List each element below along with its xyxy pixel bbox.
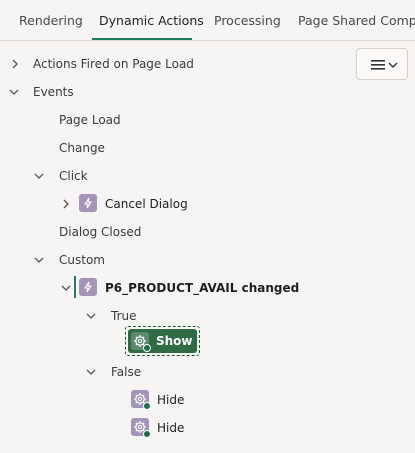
tab-rendering[interactable]: Rendering — [19, 0, 83, 40]
tree-label-cancel-dialog: Cancel Dialog — [105, 197, 188, 211]
chevron-down-icon[interactable] — [59, 281, 73, 295]
tree-node-false[interactable]: False — [0, 357, 415, 385]
chevron-down-icon[interactable] — [7, 85, 21, 99]
lightning-icon — [79, 278, 97, 296]
dynamic-actions-tree: Actions Fired on Page Load Events Page L… — [0, 41, 415, 453]
tree-label-events: Events — [33, 85, 74, 99]
tab-processing[interactable]: Processing — [214, 0, 281, 40]
chevron-down-icon[interactable] — [84, 309, 98, 323]
tree-node-custom[interactable]: Custom — [0, 245, 415, 273]
chevron-right-icon[interactable] — [59, 197, 73, 211]
tree-node-click[interactable]: Click — [0, 161, 415, 189]
tree-node-hide-2[interactable]: Hide — [0, 413, 415, 441]
play-badge-icon — [143, 344, 151, 352]
tree-node-events[interactable]: Events — [0, 77, 415, 105]
tree-label-click: Click — [59, 169, 88, 183]
tree-label-custom: Custom — [59, 253, 105, 267]
tree-node-product-avail-changed[interactable]: P6_PRODUCT_AVAIL changed — [0, 273, 415, 301]
tree-node-dialog-closed[interactable]: Dialog Closed — [0, 217, 415, 245]
tree-label-hide-1: Hide — [157, 393, 185, 407]
tree-node-cancel-dialog[interactable]: Cancel Dialog — [0, 189, 415, 217]
tree-node-change[interactable]: Change — [0, 133, 415, 161]
play-badge-icon — [143, 430, 151, 438]
gear-icon — [131, 332, 151, 352]
chevron-down-icon[interactable] — [84, 365, 98, 379]
tree-node-hide-1[interactable]: Hide — [0, 385, 415, 413]
tree-node-page-load[interactable]: Page Load — [0, 105, 415, 133]
chevron-down-icon[interactable] — [32, 169, 46, 183]
tree-label-hide-2: Hide — [157, 421, 185, 435]
tab-bar: Rendering Dynamic Actions Processing Pag… — [0, 0, 415, 41]
play-badge-icon — [143, 402, 151, 410]
tab-page-shared-components[interactable]: Page Shared Compon — [298, 0, 415, 40]
chevron-right-icon[interactable] — [8, 57, 22, 71]
chevron-down-icon[interactable] — [32, 253, 46, 267]
gear-icon — [131, 390, 151, 410]
tree-label-dialog-closed: Dialog Closed — [59, 225, 142, 239]
tree-node-true[interactable]: True — [0, 301, 415, 329]
tab-dynamic-actions[interactable]: Dynamic Actions — [99, 0, 204, 40]
lightning-icon — [79, 194, 97, 212]
selection-indicator — [74, 276, 76, 298]
tree-label-product-avail-changed: P6_PRODUCT_AVAIL changed — [105, 281, 300, 295]
gear-icon — [131, 418, 151, 438]
tree-node-show[interactable]: Show — [128, 329, 197, 353]
tree-node-actions-fired[interactable]: Actions Fired on Page Load — [0, 49, 415, 77]
tree-label-change: Change — [59, 141, 105, 155]
tree-label-page-load: Page Load — [59, 113, 121, 127]
tree-label-show: Show — [156, 334, 193, 348]
tree-label-actions-fired: Actions Fired on Page Load — [33, 57, 194, 71]
tree-label-true: True — [111, 309, 137, 323]
tree-label-false: False — [111, 365, 142, 379]
